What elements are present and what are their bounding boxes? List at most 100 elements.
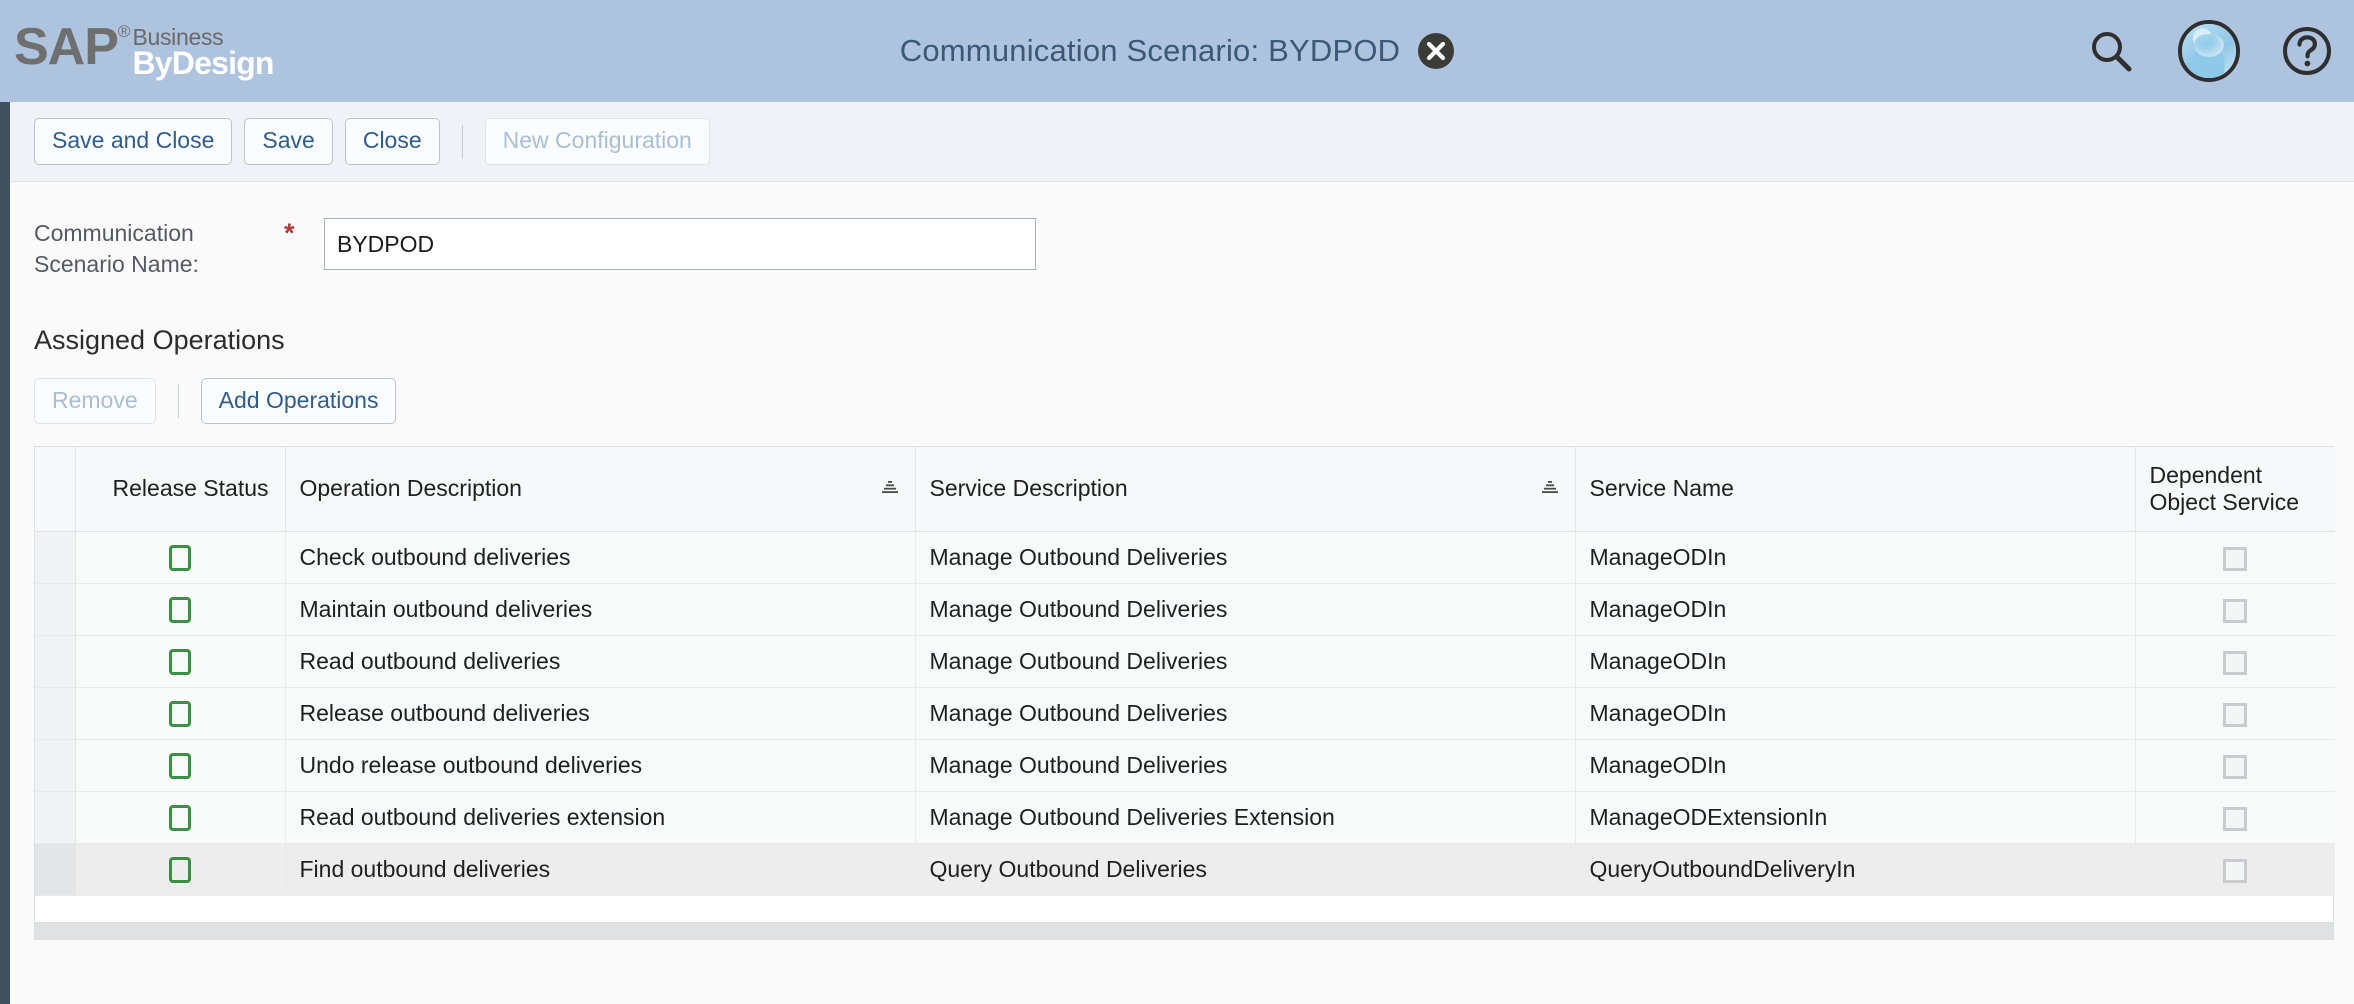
column-header-release-status[interactable]: Release Status — [75, 447, 285, 531]
table-row[interactable]: Read outbound deliveriesManage Outbound … — [35, 635, 2335, 687]
row-select-cell[interactable] — [35, 791, 75, 843]
assigned-operations-table: Release Status Operation Description — [34, 446, 2334, 896]
column-header-dependent-object-service[interactable]: Dependent Object Service — [2135, 447, 2335, 531]
close-circle-icon[interactable] — [1418, 33, 1454, 69]
release-status-icon[interactable] — [169, 597, 191, 623]
scenario-name-input[interactable] — [324, 218, 1036, 270]
service-description-cell: Manage Outbound Deliveries — [915, 531, 1575, 583]
search-icon[interactable] — [2082, 22, 2140, 80]
header-title-container: Communication Scenario: BYDPOD — [0, 0, 2354, 102]
column-header-service-description-label: Service Description — [930, 475, 1128, 503]
row-select-cell[interactable] — [35, 583, 75, 635]
dependent-object-service-checkbox[interactable] — [2223, 703, 2247, 727]
content-area: Communication Scenario Name: * Assigned … — [10, 182, 2354, 1004]
operation-description-cell: Check outbound deliveries — [285, 531, 915, 583]
dependent-object-service-checkbox[interactable] — [2223, 807, 2247, 831]
table-toolbar-separator — [178, 384, 179, 418]
header-actions — [2082, 0, 2336, 102]
dependent-object-service-cell — [2135, 791, 2335, 843]
sort-icon[interactable] — [1541, 475, 1561, 503]
dependent-object-service-checkbox[interactable] — [2223, 651, 2247, 675]
service-description-cell: Manage Outbound Deliveries — [915, 739, 1575, 791]
scenario-name-form-row: Communication Scenario Name: * — [10, 182, 2354, 279]
release-status-cell — [75, 791, 285, 843]
save-button[interactable]: Save — [244, 118, 332, 164]
release-status-icon[interactable] — [169, 545, 191, 571]
release-status-icon[interactable] — [169, 753, 191, 779]
column-header-service-name-label: Service Name — [1590, 475, 1734, 501]
table-toolbar: Remove Add Operations — [10, 356, 2354, 424]
assigned-operations-heading: Assigned Operations — [10, 279, 2354, 356]
release-status-cell — [75, 739, 285, 791]
row-select-cell[interactable] — [35, 531, 75, 583]
service-name-cell: ManageODIn — [1575, 739, 2135, 791]
table-horizontal-scrollbar[interactable] — [34, 922, 2334, 940]
dependent-object-service-checkbox[interactable] — [2223, 599, 2247, 623]
save-and-close-button[interactable]: Save and Close — [34, 118, 232, 164]
logo-bydesign-text: ByDesign — [132, 47, 273, 79]
operation-description-cell: Find outbound deliveries — [285, 843, 915, 895]
column-header-service-description[interactable]: Service Description — [915, 447, 1575, 531]
application-window: SAP ® Business ByDesign Communication Sc… — [0, 0, 2354, 1004]
dependent-object-service-checkbox[interactable] — [2223, 547, 2247, 571]
release-status-icon[interactable] — [169, 805, 191, 831]
release-status-cell — [75, 635, 285, 687]
action-toolbar: Save and Close Save Close New Configurat… — [10, 102, 2354, 182]
service-name-cell: QueryOutboundDeliveryIn — [1575, 843, 2135, 895]
column-header-service-name[interactable]: Service Name — [1575, 447, 2135, 531]
left-navigation-rail — [0, 102, 10, 1004]
add-operations-button[interactable]: Add Operations — [201, 378, 397, 424]
service-description-cell: Manage Outbound Deliveries — [915, 635, 1575, 687]
table-body: Check outbound deliveriesManage Outbound… — [35, 531, 2335, 895]
dependent-object-service-checkbox[interactable] — [2223, 859, 2247, 883]
release-status-cell — [75, 531, 285, 583]
release-status-icon[interactable] — [169, 701, 191, 727]
service-name-cell: ManageODIn — [1575, 635, 2135, 687]
dependent-object-service-checkbox[interactable] — [2223, 755, 2247, 779]
toolbar-separator — [462, 125, 463, 159]
operation-description-cell: Read outbound deliveries — [285, 635, 915, 687]
sap-bydesign-logo: SAP ® Business ByDesign — [14, 23, 274, 79]
sort-icon[interactable] — [881, 475, 901, 503]
release-status-cell — [75, 583, 285, 635]
table-row[interactable]: Undo release outbound deliveriesManage O… — [35, 739, 2335, 791]
required-indicator: * — [284, 218, 324, 247]
remove-button[interactable]: Remove — [34, 378, 156, 424]
operation-description-cell: Maintain outbound deliveries — [285, 583, 915, 635]
close-button[interactable]: Close — [345, 118, 440, 164]
column-header-dependent-object-service-label: Dependent Object Service — [2150, 462, 2300, 516]
help-icon[interactable] — [2278, 22, 2336, 80]
service-description-cell: Manage Outbound Deliveries — [915, 583, 1575, 635]
service-name-cell: ManageODIn — [1575, 531, 2135, 583]
logo-wordmark: Business ByDesign — [132, 26, 273, 79]
row-select-cell[interactable] — [35, 687, 75, 739]
service-name-cell: ManageODIn — [1575, 687, 2135, 739]
table-row[interactable]: Release outbound deliveriesManage Outbou… — [35, 687, 2335, 739]
avatar[interactable] — [2178, 20, 2240, 82]
release-status-icon[interactable] — [169, 649, 191, 675]
table-row[interactable]: Find outbound deliveriesQuery Outbound D… — [35, 843, 2335, 895]
release-status-icon[interactable] — [169, 857, 191, 883]
scenario-name-label: Communication Scenario Name: — [34, 218, 284, 279]
new-configuration-button[interactable]: New Configuration — [485, 118, 710, 164]
table-row[interactable]: Maintain outbound deliveriesManage Outbo… — [35, 583, 2335, 635]
operation-description-cell: Undo release outbound deliveries — [285, 739, 915, 791]
operation-description-cell: Release outbound deliveries — [285, 687, 915, 739]
service-description-cell: Manage Outbound Deliveries — [915, 687, 1575, 739]
row-select-cell[interactable] — [35, 843, 75, 895]
dependent-object-service-cell — [2135, 739, 2335, 791]
dependent-object-service-cell — [2135, 843, 2335, 895]
service-description-cell: Query Outbound Deliveries — [915, 843, 1575, 895]
dependent-object-service-cell — [2135, 687, 2335, 739]
column-header-row-select — [35, 447, 75, 531]
table-row[interactable]: Check outbound deliveriesManage Outbound… — [35, 531, 2335, 583]
service-description-cell: Manage Outbound Deliveries Extension — [915, 791, 1575, 843]
app-header: SAP ® Business ByDesign Communication Sc… — [0, 0, 2354, 102]
column-header-release-status-label: Release Status — [113, 475, 269, 501]
page-title: Communication Scenario: BYDPOD — [900, 33, 1400, 69]
column-header-operation-description[interactable]: Operation Description — [285, 447, 915, 531]
row-select-cell[interactable] — [35, 739, 75, 791]
operation-description-cell: Read outbound deliveries extension — [285, 791, 915, 843]
table-row[interactable]: Read outbound deliveries extensionManage… — [35, 791, 2335, 843]
row-select-cell[interactable] — [35, 635, 75, 687]
